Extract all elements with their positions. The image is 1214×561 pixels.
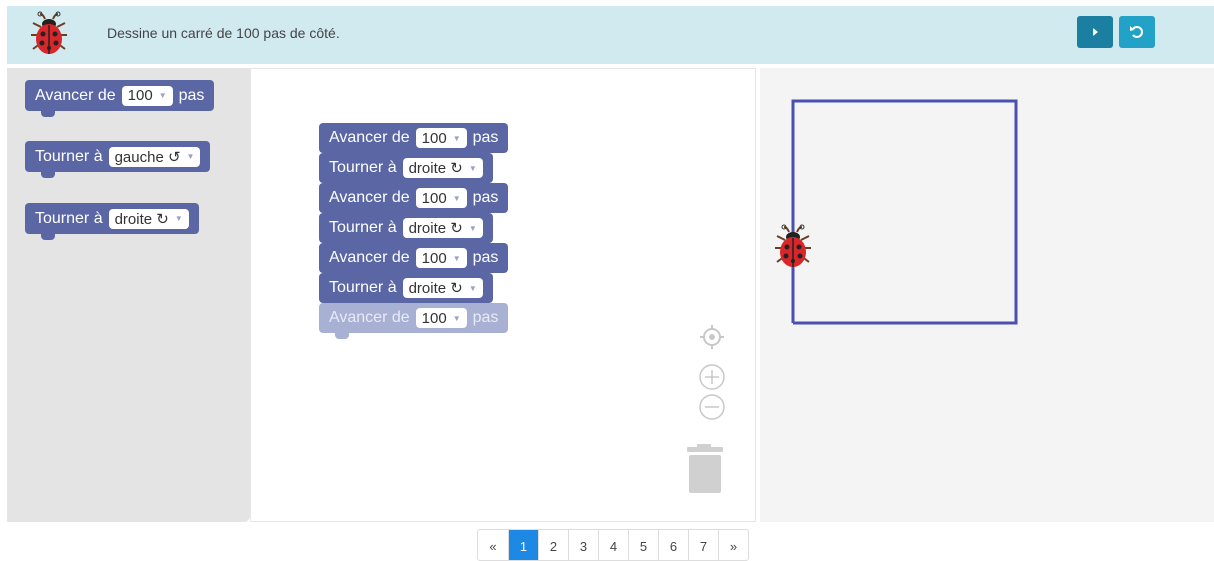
page-4[interactable]: 4: [598, 530, 628, 560]
program-block[interactable]: Tourner à droite ↻ ▼: [319, 153, 493, 183]
zoom-out-icon[interactable]: [698, 393, 726, 421]
dropdown-caret-icon: ▼: [468, 283, 477, 293]
toolbox-block-move[interactable]: Avancer de 100 ▼ pas: [25, 80, 215, 117]
page-1[interactable]: 1: [508, 530, 538, 560]
direction-dropdown[interactable]: gauche ↺ ▼: [108, 146, 201, 167]
reset-button[interactable]: [1119, 16, 1155, 48]
pagination: « 1 2 3 4 5 6 7 »: [477, 529, 749, 561]
zoom-in-icon[interactable]: [698, 363, 726, 391]
page-next[interactable]: »: [718, 530, 748, 560]
steps-dropdown[interactable]: 100 ▼: [415, 308, 467, 328]
drawn-square-path: [791, 99, 1018, 325]
page-6[interactable]: 6: [658, 530, 688, 560]
page-3[interactable]: 3: [568, 530, 598, 560]
program-block[interactable]: Tourner à droite ↻ ▼: [319, 273, 493, 303]
play-icon: [1093, 28, 1098, 36]
program-block-disabled[interactable]: Avancer de 100 ▼ pas: [319, 303, 509, 339]
page-2[interactable]: 2: [538, 530, 568, 560]
dropdown-caret-icon: ▼: [452, 253, 461, 263]
program-block[interactable]: Avancer de 100 ▼ pas: [319, 243, 509, 273]
direction-dropdown[interactable]: droite ↻ ▼: [402, 218, 483, 238]
steps-dropdown[interactable]: 100 ▼: [415, 128, 467, 148]
toolbox-block-turn-left[interactable]: Tourner à gauche ↺ ▼: [25, 141, 211, 178]
page-7[interactable]: 7: [688, 530, 718, 560]
task-header: Dessine un carré de 100 pas de côté.: [7, 6, 1214, 64]
program-block[interactable]: Avancer de 100 ▼ pas: [319, 123, 509, 153]
program-block[interactable]: Tourner à droite ↻ ▼: [319, 213, 493, 243]
direction-dropdown[interactable]: droite ↻ ▼: [108, 208, 189, 229]
dropdown-caret-icon: ▼: [186, 152, 195, 161]
crosshair-icon[interactable]: [698, 323, 726, 351]
dropdown-caret-icon: ▼: [174, 214, 183, 223]
trash-icon[interactable]: [685, 443, 725, 495]
block-workspace[interactable]: Avancer de 100 ▼ pas Tourner à droite ↻ ▼ …: [250, 68, 756, 522]
dropdown-caret-icon: ▼: [468, 163, 477, 173]
undo-icon: [1130, 26, 1143, 38]
steps-dropdown[interactable]: 100 ▼: [415, 188, 467, 208]
drawing-canvas: [775, 99, 1018, 325]
dropdown-caret-icon: ▼: [452, 313, 461, 323]
dropdown-caret-icon: ▼: [158, 91, 167, 100]
page-prev[interactable]: «: [478, 530, 508, 560]
drawing-stage: [760, 68, 1214, 522]
block-toolbox: Avancer de 100 ▼ pas Tourner à gauche ↺ ▼ …: [7, 68, 250, 522]
dropdown-caret-icon: ▼: [452, 193, 461, 203]
steps-dropdown[interactable]: 100 ▼: [415, 248, 467, 268]
direction-dropdown[interactable]: droite ↻ ▼: [402, 278, 483, 298]
page-5[interactable]: 5: [628, 530, 658, 560]
steps-dropdown[interactable]: 100 ▼: [121, 85, 173, 106]
program-block[interactable]: Avancer de 100 ▼ pas: [319, 183, 509, 213]
run-button[interactable]: [1077, 16, 1113, 48]
dropdown-caret-icon: ▼: [468, 223, 477, 233]
dropdown-caret-icon: ▼: [452, 133, 461, 143]
task-instruction: Dessine un carré de 100 pas de côté.: [107, 25, 340, 41]
direction-dropdown[interactable]: droite ↻ ▼: [402, 158, 483, 178]
ladybug-icon: [31, 11, 67, 54]
toolbox-block-turn-right[interactable]: Tourner à droite ↻ ▼: [25, 203, 199, 240]
